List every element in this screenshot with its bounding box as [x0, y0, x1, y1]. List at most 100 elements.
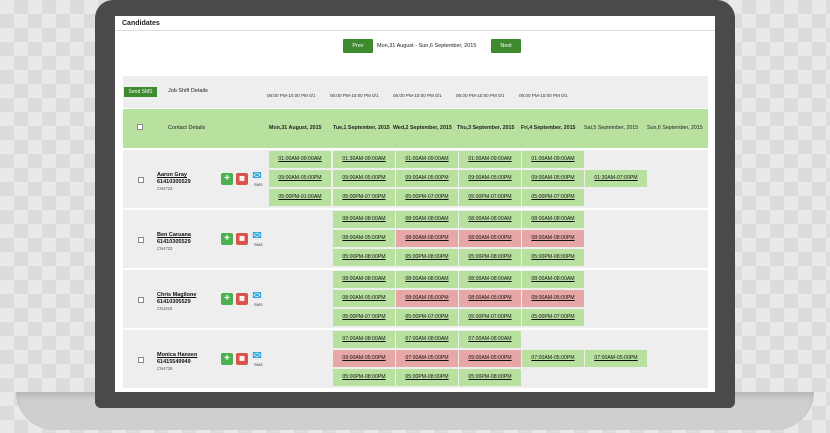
day-header: Sat,5 September, 2015 [584, 125, 639, 131]
shift-cell[interactable]: 07:00AM-05:00PM [585, 350, 647, 367]
shift-cell[interactable]: 08:00AM-08:00PM [396, 230, 458, 247]
next-button[interactable]: Next [491, 39, 521, 53]
shift-cell[interactable]: 08:00AM-08:00AM [333, 271, 395, 288]
shift-cell[interactable]: 07:00AM-05:00PM [396, 350, 458, 367]
shift-cell[interactable]: 05:00PM-07:00PM [396, 189, 458, 206]
mail-icon[interactable]: ✉ [251, 230, 263, 242]
shift-cell[interactable]: 08:00AM-08:00AM [522, 271, 584, 288]
shift-column-header: 06:00 PM-10:00 PM 0/1 [267, 93, 316, 98]
shift-cell[interactable]: 05:00PM-07:00PM [459, 309, 521, 326]
shift-column-header: 06:00 PM-10:00 PM 0/1 [519, 93, 568, 98]
candidate-checkbox[interactable] [138, 297, 144, 303]
select-all-checkbox[interactable] [137, 124, 143, 130]
shift-cell[interactable]: 09:00AM-05:00PM [459, 350, 521, 367]
candidate-id: CN1019 [157, 306, 173, 311]
sms-label: SMS [254, 302, 263, 307]
mail-icon[interactable]: ✉ [251, 170, 263, 182]
mail-icon[interactable]: ✉ [251, 290, 263, 302]
shift-cell[interactable]: 05:00PM-08:00PM [396, 369, 458, 386]
add-icon[interactable]: + [221, 293, 233, 305]
shift-cell[interactable]: 01:00AM-09:00AM [269, 151, 331, 168]
day-header: Fri,4 September, 2015 [521, 125, 576, 131]
shift-cell[interactable]: 05:00PM-07:00PM [333, 189, 395, 206]
sms-label: SMS [254, 242, 263, 247]
shift-cell[interactable]: 05:00PM-07:00PM [522, 309, 584, 326]
candidate-name[interactable]: Ben Caruana [157, 232, 191, 238]
candidate-checkbox[interactable] [138, 177, 144, 183]
candidate-name[interactable]: Monica Hansen [157, 352, 197, 358]
shift-cell[interactable]: 08:00AM-08:00AM [396, 271, 458, 288]
shift-cell[interactable]: 09:00AM-05:00PM [396, 170, 458, 187]
shift-cell[interactable]: 09:00AM-05:00PM [522, 170, 584, 187]
shift-cell[interactable]: 05:00PM-08:00PM [396, 249, 458, 266]
shift-column-header: 06:00 PM-10:00 PM 0/1 [393, 93, 442, 98]
calendar-icon[interactable]: ▦ [236, 293, 248, 305]
day-header: Tue,1 September, 2015 [333, 125, 390, 131]
shift-cell[interactable]: 01:00AM-09:00AM [396, 151, 458, 168]
shift-cell[interactable]: 01:00AM-09:00AM [459, 151, 521, 168]
shift-cell[interactable]: 05:00PM-08:00PM [333, 369, 395, 386]
shift-cell[interactable]: 09:00AM-05:00PM [333, 170, 395, 187]
shift-cell[interactable]: 09:00AM-05:00PM [269, 170, 331, 187]
shift-cell[interactable]: 05:00PM-08:00PM [522, 249, 584, 266]
candidate-checkbox[interactable] [138, 357, 144, 363]
day-header-row: Contact Details Mon,31 August, 2015 Tue,… [123, 109, 708, 148]
shift-cell[interactable]: 09:00AM-05:00PM [333, 350, 395, 367]
day-header: Wed,2 September, 2015 [393, 125, 452, 131]
shift-cell[interactable]: 05:00PM-08:00PM [333, 249, 395, 266]
job-shift-label: Job Shift Details [168, 88, 208, 94]
mail-icon[interactable]: ✉ [251, 350, 263, 362]
calendar-icon[interactable]: ▦ [236, 353, 248, 365]
calendar-icon[interactable]: ▦ [236, 173, 248, 185]
add-icon[interactable]: + [221, 353, 233, 365]
shift-cell[interactable]: 08:00AM-05:00PM [333, 230, 395, 247]
shift-cell[interactable]: 01:30AM-07:00PM [585, 170, 647, 187]
candidate-row: Aaron Gray 61410305529 CN4723 + ▦ ✉ SMS … [123, 150, 708, 208]
shift-header-row: Send SMS Job Shift Details 06:00 PM-10:0… [123, 76, 708, 108]
shift-cell[interactable]: 05:00PM-07:00PM [459, 189, 521, 206]
shift-cell[interactable]: 05:00PM-07:00PM [522, 189, 584, 206]
day-header: Sun,6 September, 2015 [647, 125, 703, 131]
shift-cell[interactable]: 05:00PM-08:00PM [459, 249, 521, 266]
shift-cell[interactable]: 05:00PM-01:00AM [269, 189, 331, 206]
shift-cell[interactable]: 08:00AM-08:00AM [522, 211, 584, 228]
add-icon[interactable]: + [221, 173, 233, 185]
shift-cell[interactable]: 09:00AM-05:00PM [459, 170, 521, 187]
contact-details-header: Contact Details [168, 125, 206, 131]
shift-cell[interactable]: 08:00AM-05:00PM [333, 290, 395, 307]
sms-label: SMS [254, 362, 263, 367]
shift-cell[interactable]: 08:00AM-08:00AM [396, 211, 458, 228]
candidate-checkbox[interactable] [138, 237, 144, 243]
shift-cell[interactable]: 05:00PM-07:00PM [333, 309, 395, 326]
shift-cell[interactable]: 08:00AM-08:00AM [459, 271, 521, 288]
prev-button[interactable]: Prev [343, 39, 373, 53]
send-sms-button[interactable]: Send SMS [124, 87, 157, 97]
shift-cell[interactable]: 07:00AM-05:00PM [522, 350, 584, 367]
shift-cell[interactable]: 07:00AM-08:00AM [396, 331, 458, 348]
sms-label: SMS [254, 182, 263, 187]
title-divider [115, 30, 715, 31]
shift-cell[interactable]: 08:00AM-05:00PM [459, 230, 521, 247]
shift-cell[interactable]: 08:00AM-05:00PM [396, 290, 458, 307]
shift-cell[interactable]: 08:00AM-08:00PM [522, 230, 584, 247]
candidate-id: CN4723 [157, 186, 173, 191]
shift-cell[interactable]: 08:00AM-05:00PM [522, 290, 584, 307]
shift-cell[interactable]: 05:00PM-07:00PM [396, 309, 458, 326]
shift-cell[interactable]: 08:00AM-05:00PM [459, 290, 521, 307]
candidate-id: CN4726 [157, 366, 173, 371]
shift-cell[interactable]: 08:00AM-08:00AM [459, 211, 521, 228]
shift-cell[interactable]: 01:00AM-09:00AM [522, 151, 584, 168]
shift-cell[interactable]: 01:30AM-09:00AM [333, 151, 395, 168]
candidate-name[interactable]: Chris Magilone [157, 292, 196, 298]
candidate-row: Chris Magilone 61410305529 CN1019 + ▦ ✉ … [123, 270, 708, 328]
shift-cell[interactable]: 08:00AM-08:00AM [333, 211, 395, 228]
candidate-row: Ben Caruana 61410305529 CN4723 + ▦ ✉ SMS… [123, 210, 708, 268]
calendar-icon[interactable]: ▦ [236, 233, 248, 245]
day-header: Thu,3 September, 2015 [457, 125, 515, 131]
add-icon[interactable]: + [221, 233, 233, 245]
candidate-name[interactable]: Aaron Gray [157, 172, 187, 178]
shift-cell[interactable]: 05:00PM-08:00PM [459, 369, 521, 386]
shift-cell[interactable]: 07:00AM-08:00AM [459, 331, 521, 348]
shift-cell[interactable]: 07:00AM-08:00AM [333, 331, 395, 348]
shift-column-header: 06:00 PM-10:00 PM 0/1 [330, 93, 379, 98]
